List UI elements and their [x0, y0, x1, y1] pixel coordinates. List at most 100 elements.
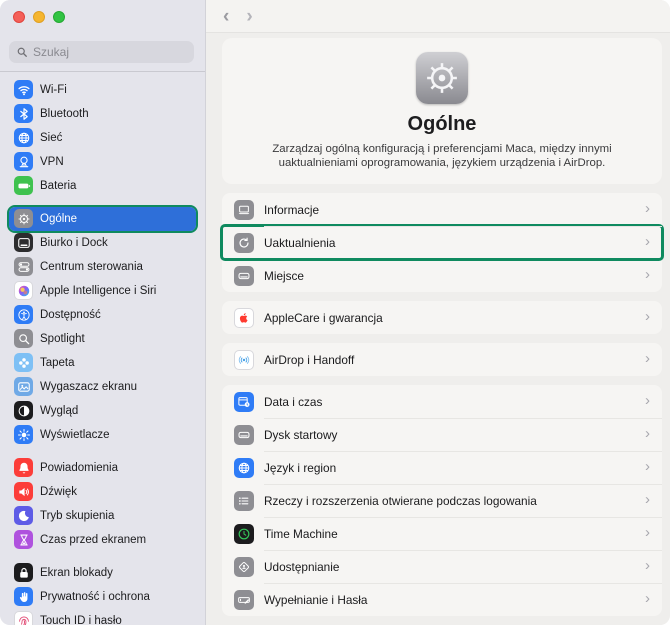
settings-row-data-i-czas[interactable]: Data i czas › [222, 385, 662, 418]
display-brightness-icon [14, 425, 33, 445]
search-icon [17, 47, 27, 57]
sidebar-item-biurko-i-dock[interactable]: Biurko i Dock [9, 231, 196, 255]
appearance-icon [14, 401, 33, 421]
settings-row-dysk-startowy[interactable]: Dysk startowy › [222, 418, 662, 451]
sidebar-item-label: Prywatność i ochrona [40, 590, 150, 603]
back-button[interactable]: ‹ [223, 7, 229, 26]
chevron-right-icon: › [645, 491, 650, 508]
sidebar-group: Wi-Fi Bluetooth Sieć VPN Bateria [9, 78, 196, 198]
lock-icon [14, 563, 33, 583]
sidebar-item-powiadomienia[interactable]: Powiadomienia [9, 456, 196, 480]
sidebar-item-bluetooth[interactable]: Bluetooth [9, 102, 196, 126]
sidebar-item-label: Wygląd [40, 404, 79, 417]
sidebar-item-touch-id-i-haslo[interactable]: Touch ID i hasło [9, 609, 196, 625]
accessibility-icon [14, 305, 33, 325]
autofill-icon [234, 589, 254, 610]
sidebar-item-dzwiek[interactable]: Dźwięk [9, 480, 196, 504]
sidebar-item-label: Dostępność [40, 308, 101, 321]
settings-card: Informacje › Uaktualnienia › Miejsce › [220, 193, 664, 292]
hand-icon [14, 587, 33, 607]
settings-row-label: Dysk startowy [264, 427, 338, 442]
dock-icon [14, 233, 33, 253]
forward-button[interactable]: › [246, 7, 252, 26]
hourglass-icon [14, 530, 33, 550]
sidebar-item-label: Apple Intelligence i Siri [40, 284, 157, 297]
software-update-icon [234, 232, 254, 253]
settings-row-label: Data i czas [264, 394, 323, 409]
sharing-icon [234, 556, 254, 577]
sidebar-item-wyswietlacze[interactable]: Wyświetlacze [9, 423, 196, 447]
list-icon [234, 490, 254, 511]
sidebar-item-spotlight[interactable]: Spotlight [9, 327, 196, 351]
settings-row-label: Miejsce [264, 268, 304, 283]
gear-icon [416, 51, 468, 104]
main-panel: ‹ › Ogólne Zarządzaj ogólną konfiguracją… [206, 0, 670, 625]
settings-row-applecare-i-gwarancja[interactable]: AppleCare i gwarancja › [222, 301, 662, 334]
settings-row-airdrop-i-handoff[interactable]: AirDrop i Handoff › [222, 343, 662, 376]
settings-row-uaktualnienia[interactable]: Uaktualnienia › [220, 224, 664, 261]
chevron-right-icon: › [645, 425, 650, 442]
sidebar-item-wyglad[interactable]: Wygląd [9, 399, 196, 423]
sidebar-item-dostepnosc[interactable]: Dostępność [9, 303, 196, 327]
sidebar-item-tryb-skupienia[interactable]: Tryb skupienia [9, 504, 196, 528]
chevron-right-icon: › [645, 557, 650, 574]
globe-icon [14, 128, 33, 148]
sidebar-item-label: VPN [40, 155, 64, 168]
sidebar-item-wygaszacz-ekranu[interactable]: Wygaszacz ekranu [9, 375, 196, 399]
wallpaper-icon [14, 353, 33, 373]
sidebar-item-prywatnosc-i-ochrona[interactable]: Prywatność i ochrona [9, 585, 196, 609]
settings-row-miejsce[interactable]: Miejsce › [222, 259, 662, 292]
sidebar-item-centrum-sterowania[interactable]: Centrum sterowania [9, 255, 196, 279]
sidebar-group: Ogólne Biurko i Dock Centrum sterowania App… [7, 205, 198, 447]
minimize-button[interactable] [33, 11, 45, 24]
settings-card: AirDrop i Handoff › [222, 343, 662, 376]
chevron-right-icon: › [645, 350, 650, 367]
pane-header: Ogólne Zarządzaj ogólną konfiguracją i p… [222, 38, 662, 184]
sidebar-item-bateria[interactable]: Bateria [9, 174, 196, 198]
sidebar-item-label: Touch ID i hasło [40, 614, 122, 625]
page-title: Ogólne [407, 112, 477, 135]
siri-icon [14, 281, 33, 301]
sidebar-item-label: Ogólne [40, 212, 78, 225]
sidebar-list: Wi-Fi Bluetooth Sieć VPN Bateria Ogólne Biurko… [0, 72, 205, 625]
titlebar[interactable] [0, 0, 205, 35]
vpn-icon [14, 152, 33, 172]
sidebar-item-tapeta[interactable]: Tapeta [9, 351, 196, 375]
fingerprint-icon [14, 611, 33, 625]
system-settings-window: Wi-Fi Bluetooth Sieć VPN Bateria Ogólne Biurko… [0, 0, 670, 625]
settings-row-label: AirDrop i Handoff [264, 352, 355, 367]
zoom-button[interactable] [53, 11, 65, 24]
page-description: Zarządzaj ogólną konfiguracją i preferen… [272, 142, 612, 170]
sidebar-group: Ekran blokady Prywatność i ochrona Touch I… [9, 561, 196, 625]
sidebar-item-wi-fi[interactable]: Wi-Fi [9, 78, 196, 102]
search-input[interactable] [33, 44, 187, 59]
search-field[interactable] [9, 40, 194, 63]
settings-row-informacje[interactable]: Informacje › [222, 193, 662, 226]
sidebar-item-siec[interactable]: Sieć [9, 126, 196, 150]
bluetooth-icon [14, 104, 33, 124]
airdrop-icon [234, 349, 254, 370]
close-button[interactable] [13, 11, 25, 24]
settings-row-wypelnianie-i-hasla[interactable]: Wypełnianie i Hasła › [222, 583, 662, 616]
settings-row-time-machine[interactable]: Time Machine › [222, 517, 662, 550]
sidebar-item-label: Tapeta [40, 356, 75, 369]
sidebar-item-vpn[interactable]: VPN [9, 150, 196, 174]
settings-row-jezyk-i-region[interactable]: Język i region › [222, 451, 662, 484]
sidebar-item-ogolne[interactable]: Ogólne [7, 205, 198, 233]
sidebar-item-ekran-blokady[interactable]: Ekran blokady [9, 561, 196, 585]
sidebar-item-label: Bateria [40, 179, 77, 192]
settings-row-label: Uaktualnienia [264, 235, 336, 250]
sidebar-item-label: Spotlight [40, 332, 85, 345]
sidebar-item-apple-intelligence-i-siri[interactable]: Apple Intelligence i Siri [9, 279, 196, 303]
settings-row-udostepnianie[interactable]: Udostępnianie › [222, 550, 662, 583]
chevron-right-icon: › [645, 524, 650, 541]
sidebar-item-czas-przed-ekranem[interactable]: Czas przed ekranem [9, 528, 196, 552]
startup-disk-icon [234, 424, 254, 445]
settings-cards: Informacje › Uaktualnienia › Miejsce › AppleCa… [220, 193, 664, 616]
sidebar-item-label: Powiadomienia [40, 461, 118, 474]
sidebar-item-label: Bluetooth [40, 107, 89, 120]
settings-card: AppleCare i gwarancja › [222, 301, 662, 334]
settings-row-rzeczy-i-rozszerzenia-otwierane-podczas-logowania[interactable]: Rzeczy i rozszerzenia otwierane podczas … [222, 484, 662, 517]
spotlight-icon [14, 329, 33, 349]
control-center-icon [14, 257, 33, 277]
